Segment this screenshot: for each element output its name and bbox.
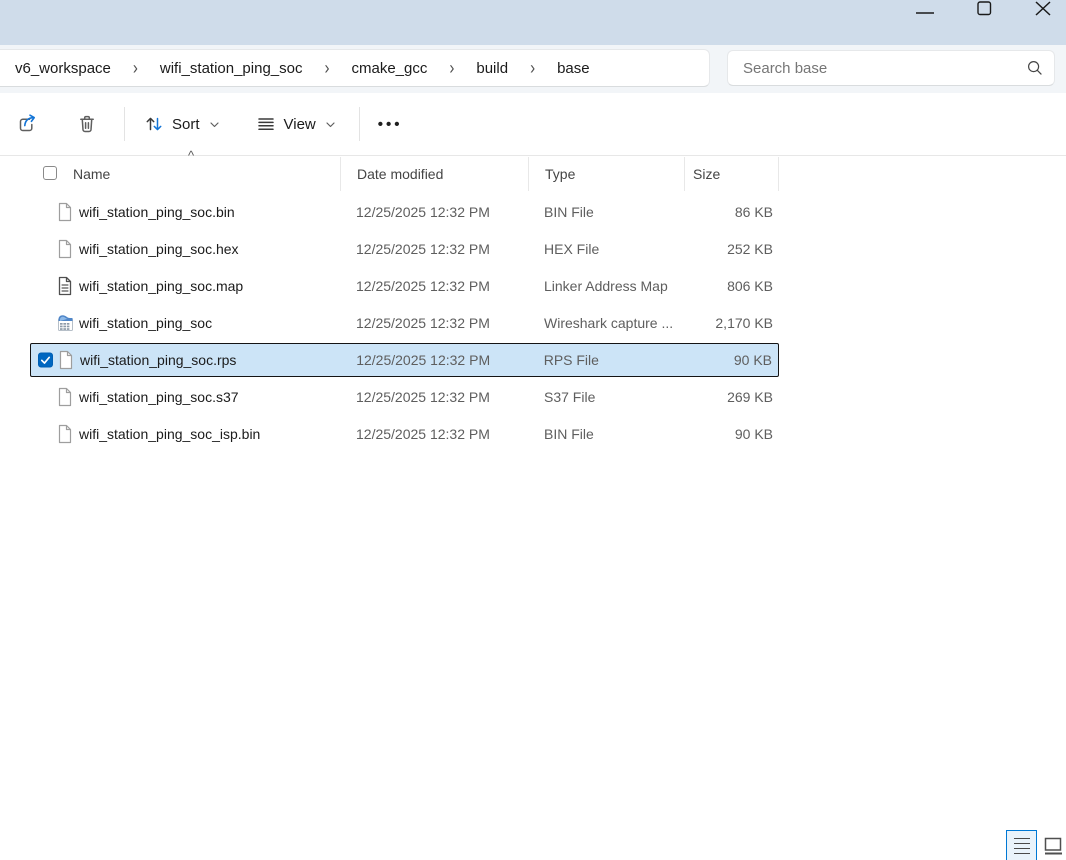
file-icon <box>58 350 74 370</box>
search-icon <box>1026 59 1044 77</box>
file-type: BIN File <box>528 204 684 220</box>
breadcrumb-item-base[interactable]: base <box>551 56 596 81</box>
view-button-label: View <box>284 116 316 133</box>
share-button[interactable] <box>6 105 48 143</box>
close-icon <box>1020 1 1066 27</box>
column-header-size[interactable]: Size <box>684 157 779 191</box>
table-row[interactable]: wifi_station_ping_soc.rps 12/25/2025 12:… <box>30 343 779 377</box>
view-button[interactable]: View <box>247 107 345 141</box>
table-row[interactable]: wifi_station_ping_soc 12/25/2025 12:32 P… <box>30 304 779 341</box>
view-toggle-group <box>1006 830 1063 860</box>
table-row[interactable]: wifi_station_ping_soc_isp.bin 12/25/2025… <box>30 415 779 452</box>
file-date-modified: 12/25/2025 12:32 PM <box>340 204 528 220</box>
column-header-name-label: Name <box>73 166 110 182</box>
maximize-button[interactable] <box>961 0 1007 26</box>
file-type: HEX File <box>528 241 684 257</box>
table-row[interactable]: wifi_station_ping_soc.hex 12/25/2025 12:… <box>30 230 779 267</box>
file-type: Linker Address Map <box>528 278 684 294</box>
chevron-right-icon: › <box>530 57 535 78</box>
file-size: 2,170 KB <box>684 315 779 331</box>
command-toolbar: Sort View ••• <box>0 93 1066 156</box>
file-date-modified: 12/25/2025 12:32 PM <box>340 241 528 257</box>
table-row[interactable]: wifi_station_ping_soc.map 12/25/2025 12:… <box>30 267 779 304</box>
file-icon <box>57 387 73 407</box>
chevron-right-icon: › <box>133 57 138 78</box>
sort-button[interactable]: Sort <box>135 107 229 141</box>
maximize-icon <box>961 1 1007 27</box>
toolbar-divider <box>124 107 125 141</box>
table-row[interactable]: wifi_station_ping_soc.bin 12/25/2025 12:… <box>30 193 779 230</box>
search-input[interactable] <box>741 59 1026 78</box>
row-checkbox[interactable] <box>38 352 53 367</box>
column-header-date-modified[interactable]: Date modified <box>340 157 528 191</box>
wireshark-icon <box>57 314 74 332</box>
file-type: RPS File <box>528 352 684 368</box>
title-bar <box>0 0 1066 45</box>
file-list-area: ^ Name Date modified Type Size <box>0 156 1066 860</box>
column-header-date-label: Date modified <box>357 166 443 182</box>
file-name: wifi_station_ping_soc <box>30 315 340 331</box>
file-name: wifi_station_ping_soc.map <box>30 278 340 294</box>
view-lines-icon <box>255 113 277 135</box>
details-view-button[interactable] <box>1006 830 1037 860</box>
column-header-row: ^ Name Date modified Type Size <box>30 157 779 191</box>
chevron-down-icon <box>208 118 221 131</box>
icons-view-button[interactable] <box>1044 837 1063 856</box>
chevron-right-icon: › <box>324 57 329 78</box>
file-date-modified: 12/25/2025 12:32 PM <box>340 426 528 442</box>
column-header-size-label: Size <box>693 166 720 182</box>
file-date-modified: 12/25/2025 12:32 PM <box>340 315 528 331</box>
file-name: wifi_station_ping_soc.rps <box>31 352 340 368</box>
file-name: wifi_station_ping_soc.hex <box>30 241 340 257</box>
table-row[interactable]: wifi_station_ping_soc.s37 12/25/2025 12:… <box>30 378 779 415</box>
trash-icon <box>74 111 100 137</box>
search-box <box>727 50 1055 86</box>
file-size: 90 KB <box>683 352 778 368</box>
icons-view-icon <box>1044 837 1063 856</box>
breadcrumb-item-build[interactable]: build <box>470 56 514 81</box>
file-size: 269 KB <box>684 389 779 405</box>
minimize-button[interactable] <box>902 0 948 26</box>
column-header-name[interactable]: Name <box>30 157 340 191</box>
ellipsis-icon: ••• <box>378 116 403 133</box>
file-list: wifi_station_ping_soc.bin 12/25/2025 12:… <box>30 193 779 452</box>
chevron-right-icon: › <box>449 57 454 78</box>
sort-arrows-icon <box>143 113 165 135</box>
file-icon <box>57 239 73 259</box>
file-size: 86 KB <box>684 204 779 220</box>
select-all-checkbox[interactable] <box>43 166 57 180</box>
file-type: S37 File <box>528 389 684 405</box>
see-more-button[interactable]: ••• <box>370 110 411 139</box>
chevron-down-icon <box>324 118 337 131</box>
file-name: wifi_station_ping_soc.s37 <box>30 389 340 405</box>
close-button[interactable] <box>1020 0 1066 26</box>
file-size: 806 KB <box>684 278 779 294</box>
address-bar: v6_workspace › wifi_station_ping_soc › c… <box>0 45 1066 94</box>
file-name: wifi_station_ping_soc_isp.bin <box>30 426 340 442</box>
breadcrumb: v6_workspace › wifi_station_ping_soc › c… <box>0 49 710 87</box>
column-header-type-label: Type <box>545 166 575 182</box>
minimize-icon <box>902 1 948 27</box>
breadcrumb-item-wifi_station_ping_soc[interactable]: wifi_station_ping_soc <box>154 56 309 81</box>
file-name: wifi_station_ping_soc.bin <box>30 204 340 220</box>
breadcrumb-item-v6_workspace[interactable]: v6_workspace <box>9 56 117 81</box>
breadcrumb-item-cmake_gcc[interactable]: cmake_gcc <box>345 56 433 81</box>
file-date-modified: 12/25/2025 12:32 PM <box>340 278 528 294</box>
file-date-modified: 12/25/2025 12:32 PM <box>340 389 528 405</box>
toolbar-divider <box>359 107 360 141</box>
sort-button-label: Sort <box>172 116 200 133</box>
file-icon <box>57 202 73 222</box>
file-type: Wireshark capture ... <box>528 315 684 331</box>
column-header-type[interactable]: Type <box>528 157 684 191</box>
file-size: 90 KB <box>684 426 779 442</box>
file-size: 252 KB <box>684 241 779 257</box>
document-icon <box>57 276 73 296</box>
file-icon <box>57 424 73 444</box>
file-date-modified: 12/25/2025 12:32 PM <box>340 352 527 368</box>
file-type: BIN File <box>528 426 684 442</box>
delete-button[interactable] <box>66 105 108 143</box>
share-icon <box>14 111 40 137</box>
